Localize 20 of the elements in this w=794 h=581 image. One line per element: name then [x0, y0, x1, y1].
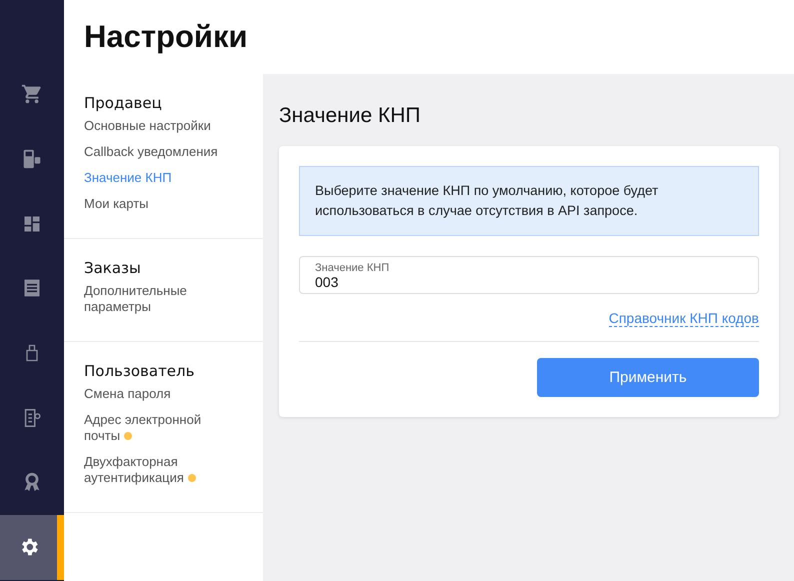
menu-item[interactable]: Адрес электронной почты [84, 412, 218, 444]
menu-item[interactable]: Дополнительные параметры [84, 283, 218, 315]
menu-item[interactable]: Смена пароля [84, 386, 218, 402]
section-title: Значение КНП [279, 104, 422, 128]
menu-item[interactable]: Callback уведомления [84, 144, 218, 160]
input-field[interactable]: Значение КНП 003 [299, 256, 759, 294]
page-title: Настройки [84, 19, 248, 55]
menu-item[interactable]: Двухфакторная аутентификация [84, 454, 218, 486]
receipt-icon [22, 278, 42, 298]
dashboard-icon [22, 214, 42, 234]
menu-item[interactable]: Основные настройки [84, 118, 218, 134]
info-message: Выберите значение КНП по умолчанию, которое будет использоваться в случае отсутствия в API запросе. [299, 166, 759, 236]
section-heading: Пользователь [84, 362, 196, 380]
cart-icon [21, 83, 43, 106]
menu-item[interactable]: Значение КНП [84, 170, 218, 186]
menu-item[interactable]: Мои карты [84, 196, 218, 212]
reference-link[interactable]: Справочник КНП кодов [608, 310, 759, 327]
section-heading: Продавец [84, 94, 163, 112]
card-terminal-icon [21, 148, 43, 170]
section-heading: Заказы [84, 259, 142, 277]
